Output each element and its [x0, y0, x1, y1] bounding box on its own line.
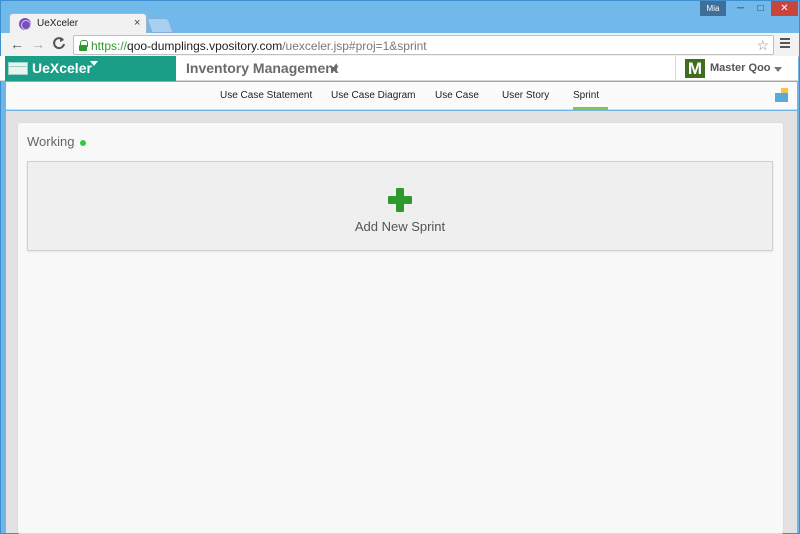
- tab-use-case-statement[interactable]: Use Case Statement: [220, 90, 312, 101]
- tab-user-story[interactable]: User Story: [502, 90, 549, 101]
- user-name: Master Qoo: [710, 62, 771, 74]
- active-tab-indicator: [573, 107, 608, 110]
- globe-icon: [19, 18, 31, 30]
- section-title: Working: [27, 134, 75, 149]
- url-path: /uexceler.jsp#proj=1&sprint: [282, 39, 427, 53]
- tab-title: UeXceler: [37, 18, 79, 29]
- url-scheme: https://: [91, 39, 128, 53]
- back-arrow-icon[interactable]: ←: [10, 36, 24, 52]
- tab-sprint[interactable]: Sprint: [573, 90, 599, 101]
- status-indicator: [80, 140, 86, 146]
- tab-use-case-diagram[interactable]: Use Case Diagram: [331, 90, 415, 101]
- close-window-button[interactable]: ✕: [771, 1, 798, 16]
- minimize-button[interactable]: ─: [731, 1, 750, 16]
- url-host: qoo-dumplings.vpository.com: [127, 39, 283, 53]
- address-bar[interactable]: https://qoo-dumplings.vpository.com/uexc…: [73, 35, 774, 55]
- project-caret-down-icon[interactable]: [330, 67, 338, 72]
- browser-toolbar: ← → https://qoo-dumplings.vpository.com/…: [1, 33, 799, 57]
- add-new-sprint-button[interactable]: Add New Sprint: [27, 161, 773, 251]
- bookmark-star-icon[interactable]: ☆: [756, 37, 769, 54]
- brand-menu[interactable]: UeXceler: [5, 56, 176, 81]
- section-tabs: Use Case Statement Use Case Diagram Use …: [6, 82, 797, 110]
- project-selector[interactable]: Inventory Management: [186, 60, 338, 76]
- user-menu[interactable]: M Master Qoo: [675, 56, 798, 81]
- avatar: M: [685, 59, 705, 78]
- layout-icon[interactable]: [775, 88, 788, 102]
- reload-glyph: [53, 37, 65, 50]
- tab-use-case[interactable]: Use Case: [435, 90, 479, 101]
- tab-close-icon[interactable]: ×: [134, 17, 140, 29]
- maximize-button[interactable]: □: [751, 1, 770, 16]
- app-logo-icon: [8, 62, 28, 75]
- reload-icon[interactable]: [52, 36, 66, 53]
- hamburger-menu-icon[interactable]: [780, 38, 790, 48]
- lock-icon: [79, 40, 88, 51]
- forward-arrow-icon[interactable]: →: [31, 36, 45, 52]
- user-caret-down-icon: [774, 67, 782, 72]
- profile-badge[interactable]: Mia: [700, 1, 726, 16]
- add-sprint-label: Add New Sprint: [354, 219, 446, 234]
- new-tab-button[interactable]: [146, 18, 174, 33]
- browser-tab[interactable]: UeXceler ×: [9, 13, 147, 34]
- caret-down-icon: [90, 61, 98, 66]
- brand-name: UeXceler: [32, 60, 92, 76]
- app-header: UeXceler Inventory Management M Master Q…: [0, 56, 798, 81]
- url-text[interactable]: https://qoo-dumplings.vpository.com/uexc…: [91, 39, 427, 53]
- title-bar: UeXceler × Mia ─ □ ✕: [1, 1, 799, 34]
- plus-icon: [388, 188, 412, 212]
